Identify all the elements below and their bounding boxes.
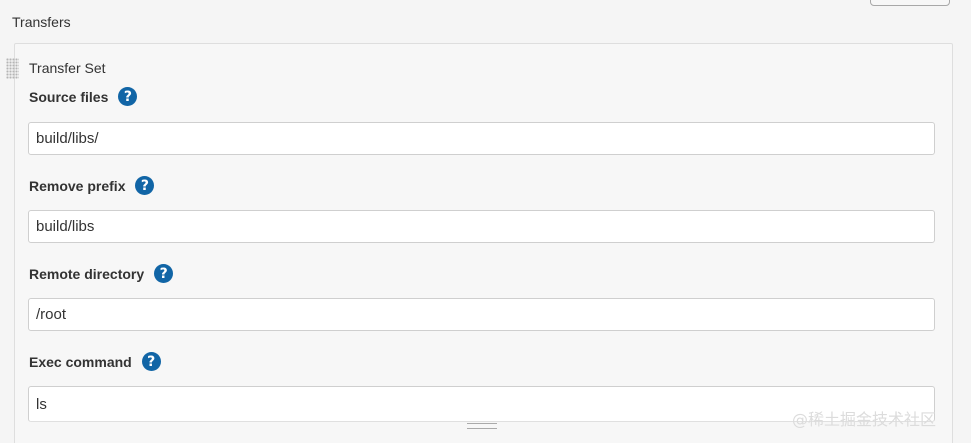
question-circle-icon[interactable]: ? [135, 176, 155, 195]
remove-prefix-label-text: Remove prefix [29, 177, 126, 194]
transfer-set-title: Transfer Set [29, 60, 106, 76]
remote-directory-label: Remote directory ? [29, 264, 174, 283]
remove-prefix-label: Remove prefix ? [29, 176, 155, 195]
watermark-text: @稀土掘金技术社区 [792, 410, 937, 429]
question-circle-icon[interactable]: ? [141, 352, 161, 371]
source-files-label-text: Source files [29, 88, 109, 105]
remote-directory-label-text: Remote directory [29, 265, 145, 282]
exec-command-label-text: Exec command [29, 353, 132, 370]
top-action-button[interactable] [870, 0, 950, 6]
question-circle-icon[interactable]: ? [154, 264, 174, 283]
source-files-input[interactable]: build/libs/ [28, 122, 935, 155]
transfer-set-panel [14, 43, 953, 443]
remove-prefix-input[interactable]: build/libs [28, 210, 935, 243]
textarea-resize-grip[interactable] [467, 423, 497, 429]
question-circle-icon[interactable]: ? [118, 87, 138, 106]
remote-directory-input[interactable]: /root [28, 298, 935, 331]
transfers-config-page: Transfers Transfer Set Source files ? bu… [0, 0, 971, 443]
exec-command-label: Exec command ? [29, 352, 161, 371]
source-files-label: Source files ? [29, 87, 138, 106]
section-title: Transfers [12, 14, 71, 30]
drag-handle-icon[interactable] [6, 58, 19, 79]
